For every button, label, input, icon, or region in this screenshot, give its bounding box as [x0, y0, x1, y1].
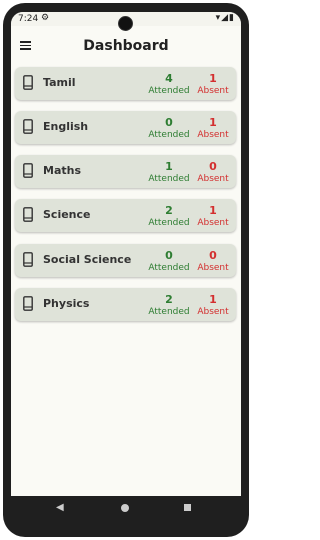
attended-stat: 0 Attended: [145, 249, 193, 274]
book-icon: [23, 75, 33, 90]
absent-stat: 0 Absent: [195, 160, 231, 185]
subject-card-english[interactable]: English 0 Attended 1 Absent: [15, 111, 236, 144]
book-icon: [23, 119, 33, 134]
subject-card-science[interactable]: Science 2 Attended 1 Absent: [15, 199, 236, 232]
absent-count: 1: [209, 72, 217, 85]
attended-stat: 2 Attended: [145, 293, 193, 318]
subject-card-maths[interactable]: Maths 1 Attended 0 Absent: [15, 155, 236, 188]
app-bar: Dashboard: [11, 30, 241, 64]
subject-card-physics[interactable]: Physics 2 Attended 1 Absent: [15, 288, 236, 321]
subject-name: Maths: [43, 164, 82, 177]
subject-name: Science: [43, 208, 91, 221]
absent-stat: 1 Absent: [195, 293, 231, 318]
absent-stat: 1 Absent: [195, 204, 231, 229]
attended-stat: 2 Attended: [145, 204, 193, 229]
attended-count: 4: [165, 72, 173, 85]
page-title: Dashboard: [83, 38, 169, 54]
attended-label: Attended: [148, 130, 190, 140]
absent-count: 0: [209, 160, 217, 173]
absent-stat: 1 Absent: [195, 72, 231, 97]
absent-count: 0: [209, 249, 217, 262]
attended-stat: 1 Attended: [145, 160, 193, 185]
system-nav-bar: ◀: [11, 496, 241, 520]
absent-label: Absent: [197, 86, 229, 96]
back-icon[interactable]: ◀: [56, 502, 64, 513]
book-icon: [23, 207, 33, 222]
attended-count: 0: [165, 116, 173, 129]
attended-stat: 0 Attended: [145, 116, 193, 141]
gear-icon: ⚙: [41, 13, 50, 23]
subject-name: Social Science: [43, 253, 132, 266]
absent-label: Absent: [197, 218, 229, 228]
absent-stat: 1 Absent: [195, 116, 231, 141]
absent-label: Absent: [197, 263, 229, 273]
camera-cutout: [118, 16, 133, 31]
attended-label: Attended: [148, 263, 190, 273]
absent-label: Absent: [197, 174, 229, 184]
attended-label: Attended: [148, 174, 190, 184]
absent-label: Absent: [197, 307, 229, 317]
attended-label: Attended: [148, 307, 190, 317]
attended-label: Attended: [148, 218, 190, 228]
subject-name: Physics: [43, 297, 90, 310]
subject-card-tamil[interactable]: Tamil 4 Attended 1 Absent: [15, 67, 236, 100]
recent-apps-icon[interactable]: [184, 504, 191, 511]
subject-name: Tamil: [43, 76, 76, 89]
subject-name: English: [43, 120, 89, 133]
absent-count: 1: [209, 116, 217, 129]
attended-stat: 4 Attended: [145, 72, 193, 97]
subject-card-social-science[interactable]: Social Science 0 Attended 0 Absent: [15, 244, 236, 277]
attended-count: 1: [165, 160, 173, 173]
attended-count: 0: [165, 249, 173, 262]
attended-count: 2: [165, 293, 173, 306]
status-time: 7:24: [18, 14, 39, 24]
app-screen: 7:24 ⚙ ▾◢▮ Dashboard Tamil 4 Attended 1 …: [11, 12, 241, 496]
book-icon: [23, 252, 33, 267]
home-icon[interactable]: [121, 504, 129, 512]
status-icons: ▾◢▮: [215, 13, 235, 23]
absent-count: 1: [209, 204, 217, 217]
book-icon: [23, 296, 33, 311]
attended-label: Attended: [148, 86, 190, 96]
absent-label: Absent: [197, 130, 229, 140]
absent-stat: 0 Absent: [195, 249, 231, 274]
absent-count: 1: [209, 293, 217, 306]
book-icon: [23, 163, 33, 178]
attended-count: 2: [165, 204, 173, 217]
